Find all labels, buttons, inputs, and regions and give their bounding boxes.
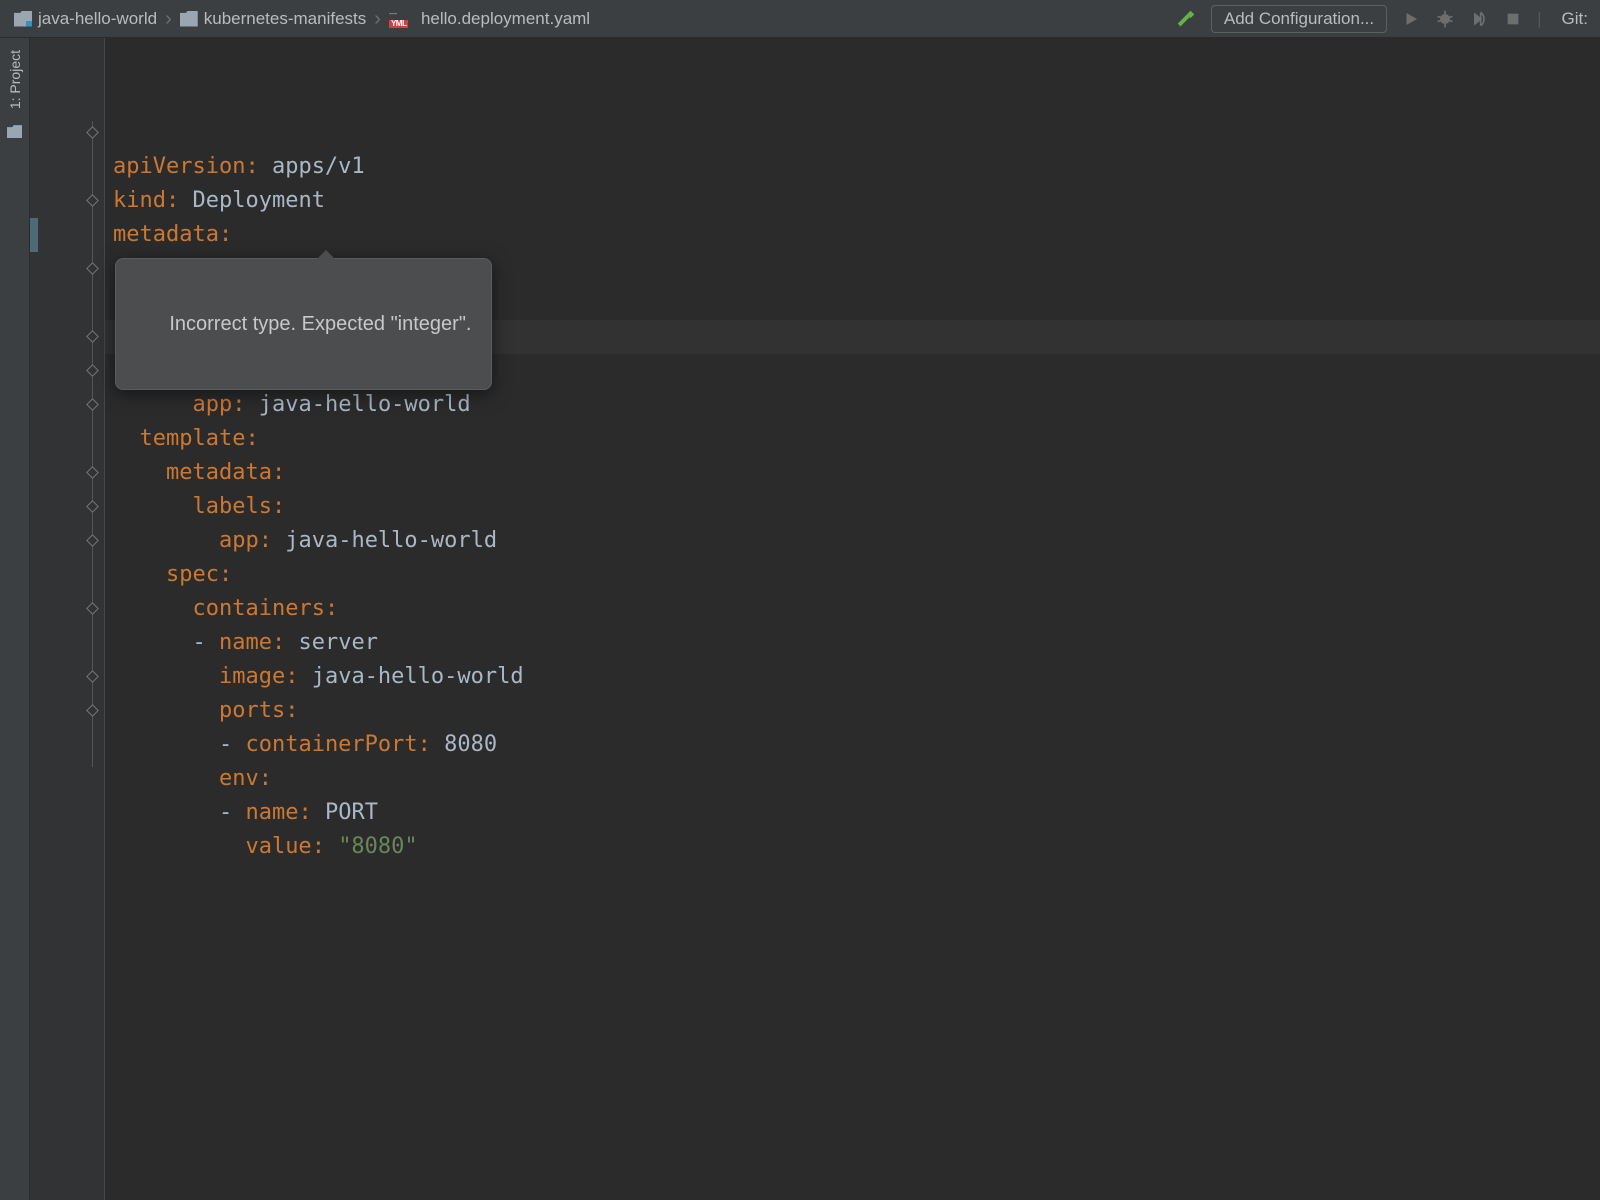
fold-column[interactable] — [88, 48, 98, 1200]
breadcrumb-separator: › — [163, 9, 174, 29]
fold-marker[interactable] — [86, 194, 99, 207]
project-tab-label: 1: Project — [7, 50, 23, 109]
fold-marker[interactable] — [86, 704, 99, 717]
breadcrumb-folder-label: kubernetes-manifests — [204, 9, 367, 29]
fold-marker[interactable] — [86, 364, 99, 377]
error-tooltip-text: Incorrect type. Expected "integer". — [169, 313, 471, 335]
debug-icon[interactable] — [1435, 9, 1455, 29]
stop-icon[interactable] — [1503, 9, 1523, 29]
breadcrumb-file-label: hello.deployment.yaml — [421, 9, 590, 29]
git-label[interactable]: Git: — [1556, 9, 1588, 29]
fold-marker[interactable] — [86, 466, 99, 479]
code-line[interactable]: - name: server — [105, 626, 1600, 660]
code-line[interactable]: metadata: — [105, 218, 1600, 252]
fold-marker[interactable] — [86, 330, 99, 343]
breadcrumb-folder[interactable]: kubernetes-manifests — [180, 9, 367, 29]
code-line[interactable]: kind: Deployment — [105, 184, 1600, 218]
fold-marker[interactable] — [86, 534, 99, 547]
run-icon[interactable] — [1401, 9, 1421, 29]
left-tool-strip: 1: Project — [0, 38, 30, 1200]
code-line[interactable]: value: "8080" — [105, 830, 1600, 864]
top-toolbar: java-hello-world › kubernetes-manifests … — [0, 0, 1600, 38]
fold-marker[interactable] — [86, 500, 99, 513]
code-line[interactable]: - name: PORT — [105, 796, 1600, 830]
code-line[interactable]: template: — [105, 422, 1600, 456]
code-line[interactable]: labels: — [105, 490, 1600, 524]
toolbar-right: Add Configuration... | Git: — [1175, 5, 1600, 33]
fold-marker[interactable] — [86, 670, 99, 683]
run-configuration-button[interactable]: Add Configuration... — [1211, 5, 1387, 33]
breadcrumb-project-label: java-hello-world — [38, 9, 157, 29]
code-line[interactable]: containers: — [105, 592, 1600, 626]
code-line[interactable]: apiVersion: apps/v1 — [105, 150, 1600, 184]
code-line[interactable]: ports: — [105, 694, 1600, 728]
code-area[interactable]: apiVersion: apps/v1kind: Deploymentmetad… — [105, 38, 1600, 1200]
code-line[interactable]: metadata: — [105, 456, 1600, 490]
fold-marker[interactable] — [86, 262, 99, 275]
project-strip-folder-icon[interactable] — [7, 125, 22, 138]
code-line[interactable]: env: — [105, 762, 1600, 796]
code-line[interactable]: - containerPort: 8080 — [105, 728, 1600, 762]
breadcrumb-file[interactable]: hello.deployment.yaml — [389, 9, 590, 29]
build-icon[interactable] — [1175, 8, 1197, 30]
error-stripe[interactable] — [30, 218, 38, 252]
code-line[interactable]: image: java-hello-world — [105, 660, 1600, 694]
breadcrumb-project[interactable]: java-hello-world — [14, 9, 157, 29]
code-line[interactable]: spec: — [105, 558, 1600, 592]
project-folder-icon — [14, 11, 32, 27]
code-line[interactable]: app: java-hello-world — [105, 524, 1600, 558]
breadcrumb-separator: › — [372, 9, 383, 29]
yaml-file-icon — [389, 10, 415, 28]
breadcrumbs[interactable]: java-hello-world › kubernetes-manifests … — [0, 9, 1175, 29]
folder-icon — [180, 11, 198, 27]
coverage-icon[interactable] — [1469, 9, 1489, 29]
fold-marker[interactable] — [86, 398, 99, 411]
fold-marker[interactable] — [86, 602, 99, 615]
fold-marker[interactable] — [86, 126, 99, 139]
project-tool-window-tab[interactable]: 1: Project — [5, 44, 25, 115]
code-line[interactable]: app: java-hello-world — [105, 388, 1600, 422]
error-tooltip: Incorrect type. Expected "integer". — [115, 258, 492, 390]
editor[interactable]: apiVersion: apps/v1kind: Deploymentmetad… — [30, 38, 1600, 1200]
gutter[interactable] — [30, 38, 105, 1200]
